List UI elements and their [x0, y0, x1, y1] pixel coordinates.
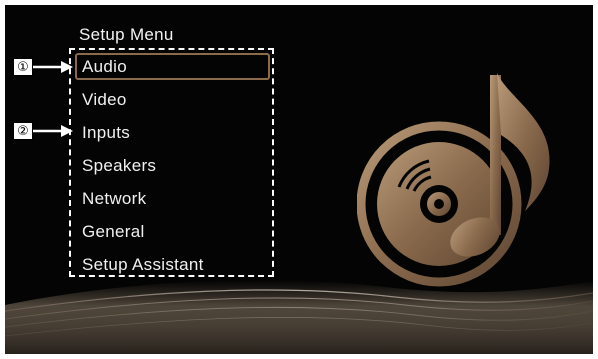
menu-item-label: Network — [82, 189, 147, 208]
menu-item-speakers[interactable]: Speakers — [69, 149, 274, 182]
music-disc-icon — [357, 73, 550, 287]
menu-item-network[interactable]: Network — [69, 182, 274, 215]
menu-item-general[interactable]: General — [69, 215, 274, 248]
menu-item-label: Inputs — [82, 123, 131, 142]
menu-item-video[interactable]: Video — [69, 83, 274, 116]
menu-item-label: Speakers — [82, 156, 157, 175]
callout-2-arrow-icon — [33, 125, 73, 137]
callout-1-arrow-icon — [33, 61, 73, 73]
menu-item-audio[interactable]: Audio — [69, 50, 274, 83]
menu-item-label: Setup Assistant — [82, 255, 204, 274]
menu-item-label: Audio — [82, 57, 127, 76]
menu-item-inputs[interactable]: Inputs — [69, 116, 274, 149]
menu-item-setup-assistant[interactable]: Setup Assistant — [69, 248, 274, 281]
menu-item-label: Video — [82, 90, 127, 109]
callout-2: ② — [13, 122, 33, 140]
menu-title: Setup Menu — [79, 25, 174, 44]
setup-screen: Setup Menu Audio Video Inputs Speakers N… — [5, 5, 593, 354]
callout-1: ① — [13, 58, 33, 76]
setup-menu-list: Audio Video Inputs Speakers Network Gene… — [69, 50, 274, 281]
menu-item-label: General — [82, 222, 145, 241]
